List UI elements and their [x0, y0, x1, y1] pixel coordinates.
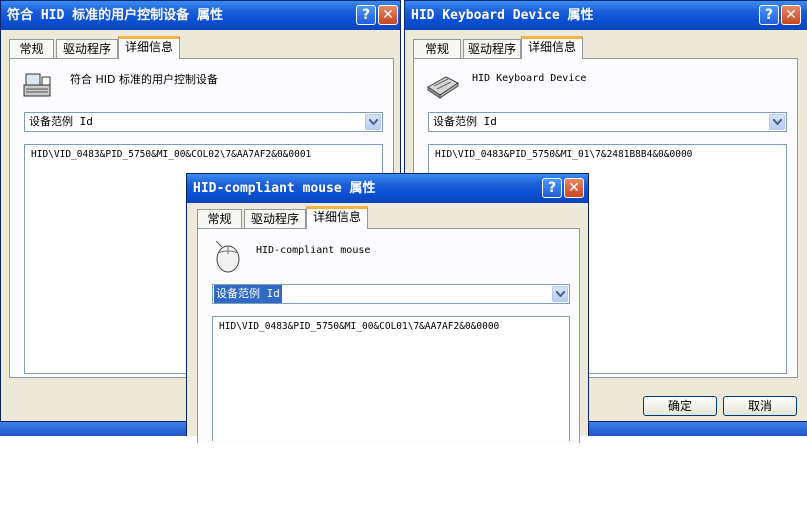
tab-general[interactable]: 常规 [413, 39, 461, 59]
value-item[interactable]: HID\VID_0483&PID_5750&MI_01\7&2481B8B4&0… [435, 149, 692, 160]
value-item[interactable]: HID\VID_0483&PID_5750&MI_00&COL01\7&AA7A… [219, 321, 499, 332]
tab-panel: HID-compliant mouse 设备范例 Id HID\VID_0483… [197, 228, 580, 443]
tab-details[interactable]: 详细信息 [306, 206, 368, 229]
title-bar[interactable]: HID Keyboard Device 属性 ? ✕ [405, 1, 807, 30]
hid-device-icon [22, 71, 54, 104]
property-select[interactable]: 设备范例 Id [428, 112, 787, 132]
tab-details[interactable]: 详细信息 [118, 36, 180, 59]
dialog-front: HID-compliant mouse 属性 ? ✕ 常规 驱动程序 详细信息 … [186, 173, 589, 443]
tab-general[interactable]: 常规 [197, 209, 242, 229]
property-select-value: 设备范例 Id [214, 285, 282, 303]
property-select-value: 设备范例 Id [29, 115, 93, 128]
mouse-icon [212, 239, 242, 276]
dropdown-arrow-icon[interactable] [552, 286, 568, 302]
title-bar[interactable]: HID-compliant mouse 属性 ? ✕ [187, 174, 588, 203]
keyboard-icon [426, 73, 460, 102]
cancel-button[interactable]: 取消 [723, 396, 797, 416]
dropdown-arrow-icon[interactable] [365, 114, 381, 130]
device-name: HID Keyboard Device [472, 73, 587, 84]
property-select[interactable]: 设备范例 Id [24, 112, 383, 132]
help-icon[interactable]: ? [542, 178, 562, 198]
close-icon[interactable]: ✕ [564, 178, 584, 198]
close-icon[interactable]: ✕ [378, 5, 398, 25]
ok-button[interactable]: 确定 [643, 396, 717, 416]
tab-general[interactable]: 常规 [9, 39, 54, 59]
close-icon[interactable]: ✕ [781, 5, 801, 25]
value-item[interactable]: HID\VID_0483&PID_5750&MI_00&COL02\7&AA7A… [31, 149, 311, 160]
title-bar[interactable]: 符合 HID 标准的用户控制设备 属性 ? ✕ [1, 1, 400, 30]
window-title: HID Keyboard Device 属性 [411, 8, 594, 23]
tab-driver[interactable]: 驱动程序 [463, 39, 521, 59]
window-title: 符合 HID 标准的用户控制设备 属性 [7, 8, 223, 23]
dropdown-arrow-icon[interactable] [769, 114, 785, 130]
property-select-value: 设备范例 Id [433, 115, 497, 128]
help-icon[interactable]: ? [356, 5, 376, 25]
device-name: HID-compliant mouse [256, 245, 371, 256]
tab-driver[interactable]: 驱动程序 [244, 209, 306, 229]
property-select[interactable]: 设备范例 Id [212, 284, 570, 304]
help-icon[interactable]: ? [759, 5, 779, 25]
device-name: 符合 HID 标准的用户控制设备 [70, 73, 218, 86]
value-list[interactable]: HID\VID_0483&PID_5750&MI_00&COL01\7&AA7A… [212, 316, 570, 441]
tab-details[interactable]: 详细信息 [521, 36, 583, 59]
window-title: HID-compliant mouse 属性 [193, 181, 376, 196]
tab-driver[interactable]: 驱动程序 [56, 39, 118, 59]
